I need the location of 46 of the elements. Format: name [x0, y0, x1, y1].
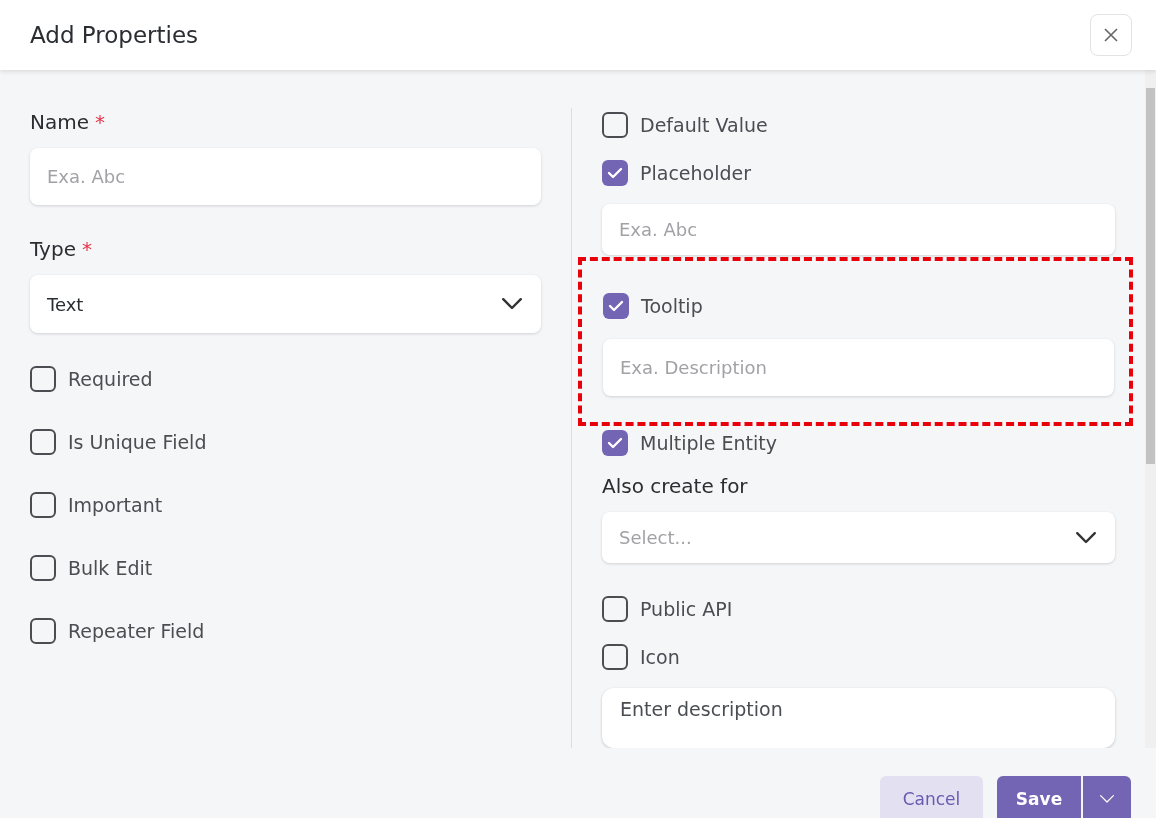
- checkbox[interactable]: [30, 492, 56, 518]
- checkbox[interactable]: [30, 618, 56, 644]
- checkbox[interactable]: [603, 292, 629, 319]
- checkbox[interactable]: [602, 112, 628, 138]
- checkbox[interactable]: [30, 555, 56, 581]
- close-button[interactable]: [1090, 14, 1132, 56]
- field-label: Name *: [30, 110, 106, 134]
- checkbox-label: Multiple Entity: [640, 431, 777, 454]
- field-label: Type *: [30, 237, 93, 261]
- field-label: Also create for: [602, 473, 749, 498]
- check-icon: [608, 299, 624, 312]
- checkbox-label: Public API: [640, 598, 733, 620]
- checkbox[interactable]: [602, 596, 628, 622]
- chevron-down-icon: [501, 297, 523, 311]
- input-field[interactable]: Exa. Description: [603, 338, 1114, 396]
- chevron-down-icon: [1099, 794, 1115, 804]
- save-button[interactable]: Save: [997, 776, 1081, 818]
- check-icon: [607, 436, 623, 449]
- input-field[interactable]: Exa. Abc: [30, 148, 541, 205]
- checkbox-label: Bulk Edit: [68, 557, 153, 579]
- checkbox-label: Tooltip: [641, 294, 703, 317]
- select-field[interactable]: Select...: [602, 511, 1115, 563]
- scrollbar[interactable]: [1145, 70, 1156, 748]
- cancel-button[interactable]: Cancel: [880, 776, 983, 818]
- checkbox-label: Required: [68, 368, 153, 390]
- dialog-title: Add Properties: [30, 22, 199, 48]
- checkbox-label: Repeater Field: [68, 620, 205, 642]
- chevron-down-icon: [1075, 530, 1097, 544]
- checkbox-label: Default Value: [640, 114, 768, 136]
- select-field[interactable]: Text: [30, 275, 541, 333]
- scrollbar-thumb[interactable]: [1146, 88, 1155, 464]
- check-icon: [607, 167, 623, 179]
- close-icon: [1104, 28, 1118, 42]
- checkbox[interactable]: [30, 429, 56, 455]
- checkbox-label: Icon: [640, 646, 680, 668]
- checkbox-label: Important: [68, 494, 163, 516]
- description-field[interactable]: Enter description: [602, 688, 1115, 748]
- checkbox-label: Is Unique Field: [68, 431, 207, 453]
- checkbox[interactable]: [602, 429, 628, 456]
- checkbox-label: Placeholder: [640, 162, 752, 184]
- required-mark: *: [81, 237, 92, 261]
- required-mark: *: [95, 110, 105, 134]
- input-field[interactable]: Exa. Abc: [602, 204, 1115, 255]
- checkbox[interactable]: [30, 366, 56, 392]
- checkbox[interactable]: [602, 644, 628, 670]
- checkbox[interactable]: [602, 160, 628, 186]
